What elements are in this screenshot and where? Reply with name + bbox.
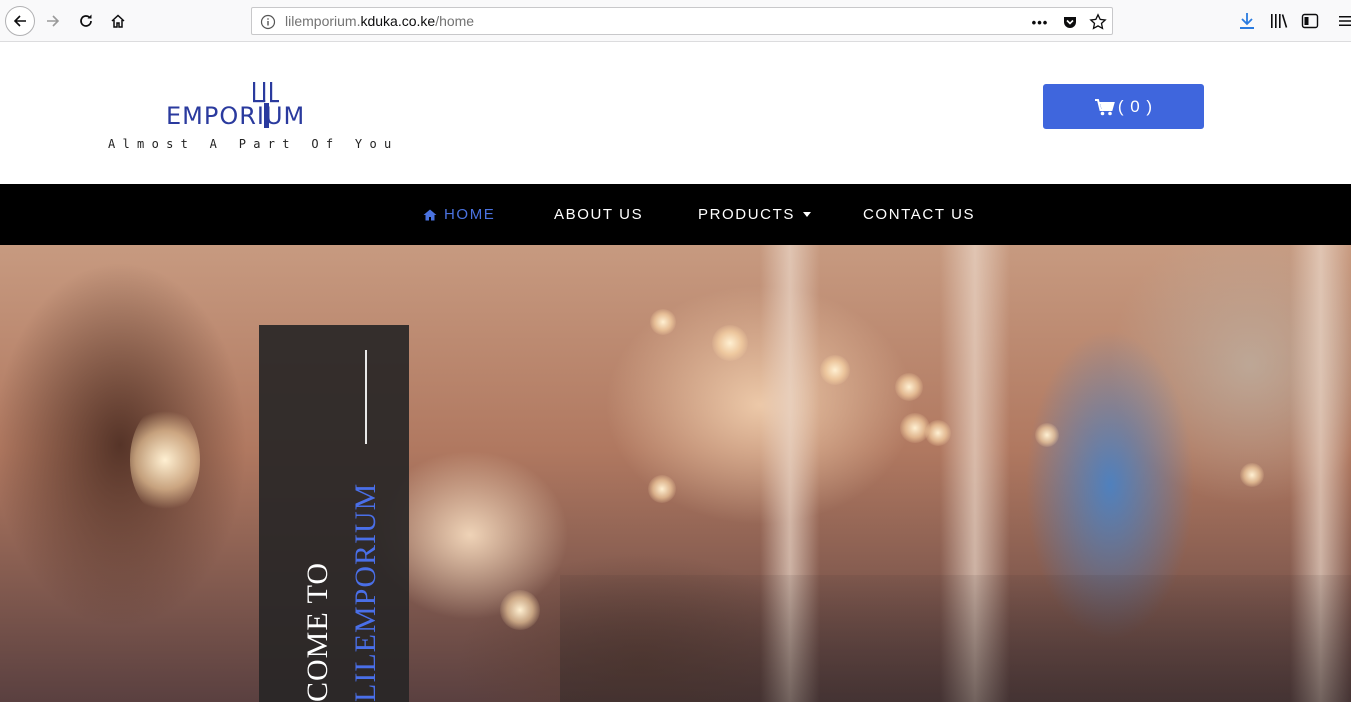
hero-welcome-card: COME TO LILEMPORIUM xyxy=(259,325,409,702)
cart-button[interactable]: ( 0 ) xyxy=(1043,84,1204,129)
hero-card-divider xyxy=(365,350,367,444)
hero-background-light xyxy=(925,420,951,446)
info-icon xyxy=(260,14,276,30)
main-navigation: HOME ABOUT US PRODUCTS CONTACT US xyxy=(0,184,1351,245)
url-path: /home xyxy=(435,13,475,29)
url-prefix: lilemporium. xyxy=(285,13,361,29)
sidebar-button[interactable] xyxy=(1299,10,1321,32)
hero-banner: COME TO LILEMPORIUM xyxy=(0,245,1351,702)
nav-label-about-us: ABOUT US xyxy=(554,206,644,223)
forward-button[interactable] xyxy=(38,6,68,36)
download-icon xyxy=(1240,13,1254,29)
hero-background-light xyxy=(1035,423,1059,447)
address-bar[interactable]: lilemporium.kduka.co.ke/home ••• xyxy=(251,7,1113,35)
site-logo[interactable]: EMPORIUM Almost A Part Of You xyxy=(108,82,399,157)
logo-word: EMPORIUM xyxy=(166,102,306,130)
nav-item-about-us[interactable]: ABOUT US xyxy=(554,184,643,245)
hero-background-light xyxy=(130,405,200,515)
sidebar-icon xyxy=(1301,13,1319,29)
home-icon xyxy=(111,14,125,28)
page-actions-button[interactable]: ••• xyxy=(1030,12,1050,32)
site-info-button[interactable] xyxy=(258,12,278,32)
bookmark-button[interactable] xyxy=(1088,12,1108,32)
hero-brand-text: LILEMPORIUM xyxy=(349,482,382,702)
url-host: kduka.co.ke xyxy=(360,13,436,29)
forward-arrow-icon xyxy=(47,15,60,27)
nav-item-home[interactable]: HOME xyxy=(423,184,495,245)
menu-button[interactable] xyxy=(1334,10,1351,32)
hero-background-light xyxy=(650,309,676,335)
logo-tagline: Almost A Part Of You xyxy=(108,137,399,151)
star-icon xyxy=(1089,13,1107,30)
back-button[interactable] xyxy=(5,6,35,36)
nav-label-home: HOME xyxy=(444,206,496,223)
hero-background-light xyxy=(895,373,923,401)
site-header: EMPORIUM Almost A Part Of You ( 0 ) xyxy=(0,42,1351,184)
reload-button[interactable] xyxy=(71,6,101,36)
cart-count: ( 0 ) xyxy=(1117,96,1154,116)
library-button[interactable] xyxy=(1268,10,1290,32)
home-button[interactable] xyxy=(103,6,133,36)
nav-item-products[interactable]: PRODUCTS xyxy=(698,184,811,245)
hero-background-light xyxy=(648,475,676,503)
reload-icon xyxy=(80,14,92,27)
hamburger-menu-icon xyxy=(1339,16,1351,26)
nav-item-contact-us[interactable]: CONTACT US xyxy=(863,184,975,245)
hero-background-light xyxy=(1240,463,1264,487)
pocket-button[interactable] xyxy=(1060,12,1080,32)
library-icon xyxy=(1271,14,1288,28)
nav-label-products: PRODUCTS xyxy=(698,206,795,223)
home-icon xyxy=(423,209,437,220)
browser-toolbar: lilemporium.kduka.co.ke/home ••• xyxy=(0,0,1351,42)
shopping-cart-icon xyxy=(1094,98,1115,115)
hero-welcome-text: COME TO xyxy=(301,561,334,702)
url-text: lilemporium.kduka.co.ke/home xyxy=(285,8,474,34)
hero-background-light xyxy=(820,355,850,385)
back-arrow-icon xyxy=(13,15,26,27)
downloads-button[interactable] xyxy=(1236,10,1258,32)
nav-label-contact-us: CONTACT US xyxy=(863,206,976,223)
hero-background-light xyxy=(500,590,540,630)
caret-down-icon xyxy=(802,212,811,217)
hero-background-railing xyxy=(560,575,1351,702)
pocket-icon xyxy=(1064,17,1076,28)
hero-background-light xyxy=(712,325,748,361)
